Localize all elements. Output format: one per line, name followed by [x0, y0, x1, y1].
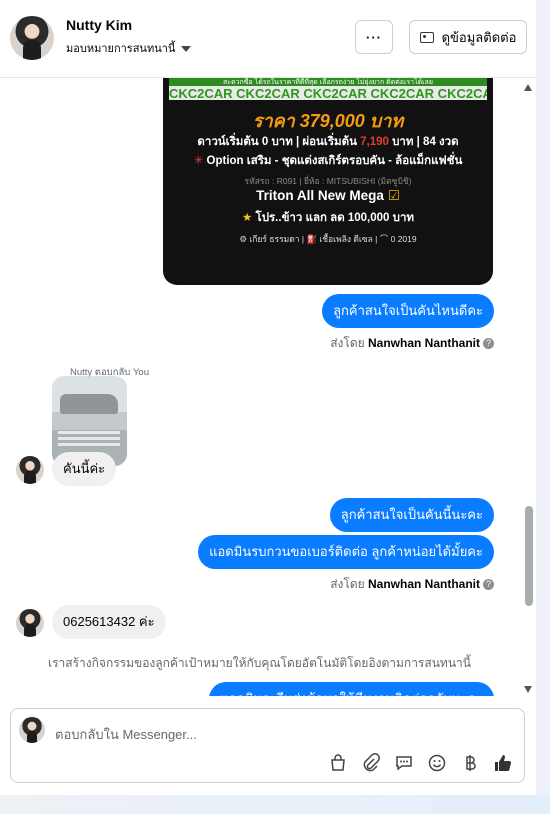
- page-bottom-edge: [0, 795, 550, 814]
- chevron-down-icon: [181, 46, 192, 53]
- reply-composer[interactable]: ตอบกลับใน Messenger...: [10, 708, 525, 783]
- scrollbar-thumb[interactable]: [525, 506, 533, 606]
- message-thread[interactable]: สะดวกซื้อ ได้รถในราคาที่ดีที่สุด เลือกรถ…: [0, 78, 536, 696]
- assign-label: มอบหมายการสนทนานี้: [66, 43, 176, 55]
- view-contact-label: ดูข้อมูลติดต่อ: [441, 29, 517, 45]
- brand-strip: CKC2CAR CKC2CAR CKC2CAR CKC2CAR CKC2CAR …: [169, 86, 487, 100]
- reply-input[interactable]: ตอบกลับใน Messenger...: [55, 724, 197, 745]
- scroll-down-arrow-icon[interactable]: [524, 686, 532, 693]
- ad-down-payment: ดาวน์เริ่มต้น 0 บาท | ผ่อนเริ่มต้น 7,190…: [197, 136, 459, 148]
- more-options-button[interactable]: ···: [355, 20, 393, 54]
- asterisk-icon: ✳: [193, 155, 204, 167]
- message-outgoing[interactable]: ลูกค้าสนใจเป็นคันไหนดีคะ: [322, 294, 494, 328]
- ad-car-code: รหัสรถ : R091 | ยี่ห้อ : MITSUBISHI (มิต…: [244, 176, 412, 186]
- page-edge: [536, 0, 550, 795]
- star-icon: ★: [242, 212, 253, 224]
- message-outgoing[interactable]: ลูกค้าสนใจเป็นคันนี้นะคะ: [329, 498, 494, 532]
- conversation-header: Nutty Kim มอบหมายการสนทนานี้ ··· ดูข้อมู…: [0, 0, 536, 78]
- conversation-panel: Nutty Kim มอบหมายการสนทนานี้ ··· ดูข้อมู…: [0, 0, 536, 795]
- gift-bag-icon[interactable]: [327, 752, 349, 774]
- contact-avatar[interactable]: [10, 16, 54, 60]
- message-incoming[interactable]: 0625613432 ค่ะ: [52, 605, 166, 639]
- message-incoming[interactable]: คันนี้ค่ะ: [52, 452, 117, 486]
- paperclip-icon[interactable]: [360, 752, 382, 774]
- sent-by-label: ส่งโดย Nanwhan Nanthanit?: [330, 334, 494, 353]
- sent-by-label: ส่งโดย Nanwhan Nanthanit?: [330, 575, 494, 594]
- composer-toolbar: [327, 752, 514, 774]
- help-icon[interactable]: ?: [483, 579, 494, 591]
- thumbs-up-icon[interactable]: [492, 752, 514, 774]
- page-avatar: [19, 717, 45, 743]
- more-icon: ···: [366, 29, 382, 45]
- message-outgoing[interactable]: แอดมินรบกวนขอเบอร์ติดต่อ ลูกค้าหน่อยได้ม…: [198, 535, 494, 569]
- help-icon[interactable]: ?: [483, 338, 494, 350]
- ad-options: ✳ Option เสริม - ชุดแต่งสเกิร์ตรอบคัน - …: [193, 155, 463, 167]
- contact-avatar-small[interactable]: [16, 456, 44, 484]
- saved-reply-icon[interactable]: [393, 752, 415, 774]
- truck-image: [60, 394, 118, 414]
- emoji-icon[interactable]: [426, 752, 448, 774]
- contact-name[interactable]: Nutty Kim: [66, 17, 132, 33]
- ad-model: Triton All New Mega ☑: [256, 188, 400, 203]
- ad-price: ราคา 379,000 บาท: [252, 111, 404, 131]
- message-outgoing-partial[interactable]: แอดมินจะรีบส่งข้อมูลให้ทีมงานติดต่อกลับน…: [209, 682, 494, 696]
- scroll-up-arrow-icon[interactable]: [524, 84, 532, 91]
- auto-activity-note: เราสร้างกิจกรรมของลูกค้าเป้าหมายให้กับคุ…: [48, 656, 471, 670]
- car-ad-image[interactable]: สะดวกซื้อ ได้รถในราคาที่ดีที่สุด เลือกรถ…: [163, 78, 493, 285]
- baht-icon[interactable]: [459, 752, 481, 774]
- contact-avatar-small[interactable]: [16, 609, 44, 637]
- ad-promo: ★ โปร..ข้าว แลก ลด 100,000 บาท: [242, 212, 414, 224]
- assign-conversation-dropdown[interactable]: มอบหมายการสนทนานี้: [66, 39, 192, 57]
- contact-card-icon: [419, 31, 434, 43]
- ad-specs: ⚙ เกียร์ ธรรมดา | ⛽ เชื้อเพลิง ดีเซล | ⌒…: [239, 234, 417, 244]
- check-icon: ☑: [387, 188, 400, 203]
- view-contact-button[interactable]: ดูข้อมูลติดต่อ: [409, 20, 527, 54]
